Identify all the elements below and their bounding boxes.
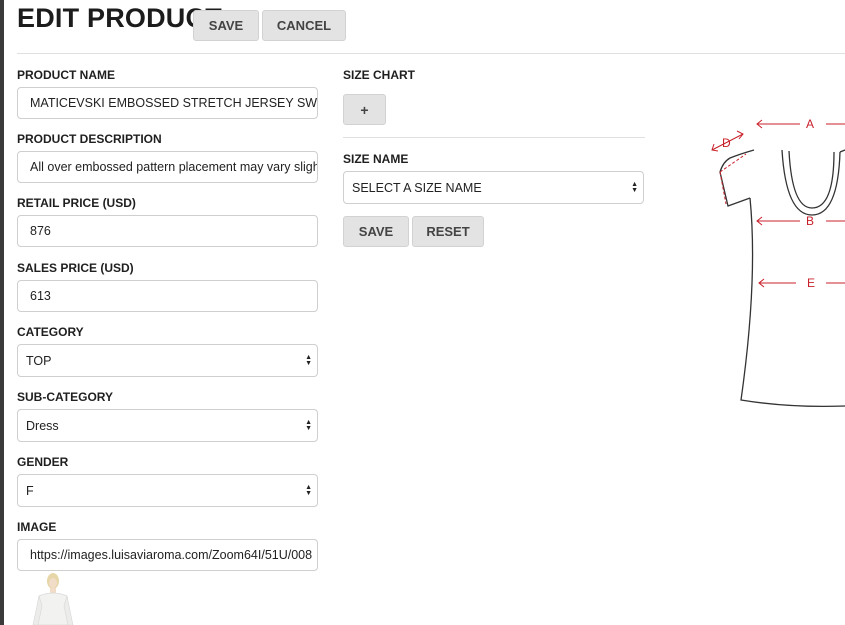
size-diagram: A B D E	[711, 117, 845, 408]
measure-label-b: B	[806, 214, 814, 228]
size-name-select[interactable]: SELECT A SIZE NAME ▲ ▼	[343, 171, 644, 204]
select-arrows-icon: ▲ ▼	[631, 180, 638, 194]
size-reset-button[interactable]: RESET	[412, 216, 484, 247]
sales-price-label: SALES PRICE (USD)	[17, 261, 134, 275]
image-url-input[interactable]: https://images.luisaviaroma.com/Zoom64I/…	[17, 539, 318, 571]
page-title: EDIT PRODUCT	[17, 3, 222, 33]
category-value: TOP	[26, 353, 52, 368]
sub-category-select[interactable]: Dress ▲ ▼	[17, 409, 318, 442]
select-arrows-icon: ▲ ▼	[305, 418, 312, 432]
size-save-button[interactable]: SAVE	[343, 216, 409, 247]
product-name-label: PRODUCT NAME	[17, 68, 115, 82]
size-name-label: SIZE NAME	[343, 152, 409, 166]
size-chart-divider	[343, 137, 645, 138]
category-select[interactable]: TOP ▲ ▼	[17, 344, 318, 377]
product-description-input[interactable]: All over embossed pattern placement may …	[17, 151, 318, 183]
sub-category-label: SUB-CATEGORY	[17, 390, 113, 404]
add-size-button[interactable]: +	[343, 94, 386, 125]
measure-label-a: A	[806, 117, 814, 131]
garment-outline	[719, 149, 845, 408]
sub-category-value: Dress	[26, 418, 59, 433]
product-description-label: PRODUCT DESCRIPTION	[17, 132, 162, 146]
category-label: CATEGORY	[17, 325, 84, 339]
gender-value: F	[26, 483, 34, 498]
product-thumbnail-image	[32, 573, 74, 625]
gender-select[interactable]: F ▲ ▼	[17, 474, 318, 507]
select-arrows-icon: ▲ ▼	[305, 353, 312, 367]
measure-label-d: D	[722, 136, 731, 150]
header-divider	[17, 53, 845, 54]
retail-price-input[interactable]: 876	[17, 215, 318, 247]
gender-label: GENDER	[17, 455, 69, 469]
size-name-value: SELECT A SIZE NAME	[352, 180, 482, 195]
product-name-input[interactable]: MATICEVSKI EMBOSSED STRETCH JERSEY SWEAT	[17, 87, 318, 119]
measurement-arrows	[711, 119, 845, 288]
measurement-guides	[719, 153, 747, 205]
save-button[interactable]: SAVE	[193, 10, 259, 41]
select-arrows-icon: ▲ ▼	[305, 483, 312, 497]
cancel-button[interactable]: CANCEL	[262, 10, 346, 41]
measure-label-e: E	[807, 276, 815, 290]
window-edge	[0, 0, 4, 625]
sales-price-input[interactable]: 613	[17, 280, 318, 312]
retail-price-label: RETAIL PRICE (USD)	[17, 196, 136, 210]
image-label: IMAGE	[17, 520, 57, 534]
size-chart-title: SIZE CHART	[343, 68, 415, 82]
